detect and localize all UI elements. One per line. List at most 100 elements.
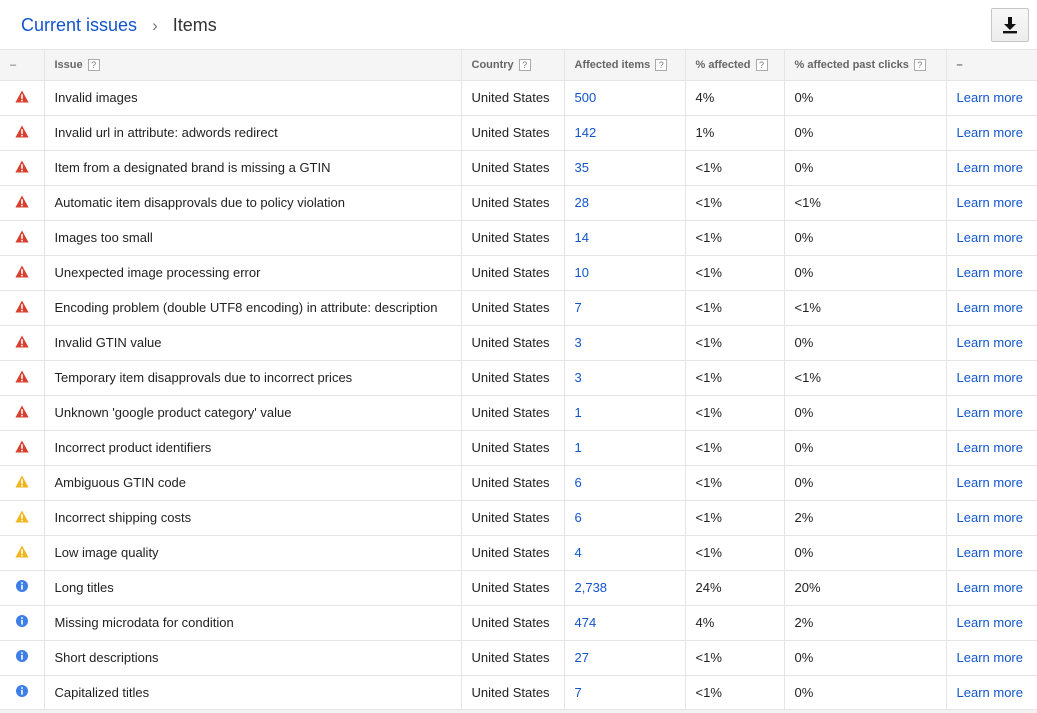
learn-more-link[interactable]: Learn more xyxy=(957,615,1023,630)
warning-icon xyxy=(15,510,29,522)
table-row: Long titles United States 2,738 24% 20% … xyxy=(0,570,1037,606)
affected-items-link[interactable]: 7 xyxy=(575,685,582,700)
severity-cell xyxy=(0,675,45,711)
learn-more-link[interactable]: Learn more xyxy=(957,510,1023,525)
status-column-header: – xyxy=(0,50,45,81)
country-cell: United States xyxy=(461,150,565,186)
learn-more-link[interactable]: Learn more xyxy=(957,160,1023,175)
learn-more-link[interactable]: Learn more xyxy=(957,90,1023,105)
affected-items-link[interactable]: 6 xyxy=(575,475,582,490)
country-cell: United States xyxy=(461,255,565,291)
pct-affected-cell: <1% xyxy=(685,290,785,326)
affected-items-link[interactable]: 1 xyxy=(575,440,582,455)
pct-clicks-value: 2% xyxy=(794,615,814,630)
severity-cell xyxy=(0,395,45,431)
learn-more-link[interactable]: Learn more xyxy=(957,650,1023,665)
pct-clicks-value: 0% xyxy=(794,545,814,560)
breadcrumb-current-page: Items xyxy=(172,15,217,35)
pct-affected-cell: <1% xyxy=(685,640,785,676)
help-icon[interactable]: ? xyxy=(518,58,531,71)
affected-items-column-header[interactable]: Affected items? xyxy=(564,50,686,81)
country-cell: United States xyxy=(461,290,565,326)
pct-clicks-cell: 2% xyxy=(784,500,947,536)
pct-clicks-cell: 0% xyxy=(784,430,947,466)
download-button[interactable] xyxy=(991,8,1029,42)
affected-items-link[interactable]: 28 xyxy=(575,195,589,210)
table-header-row: – Issue? Country? Affected items? % affe… xyxy=(0,50,1037,81)
breadcrumb: Current issues › Items xyxy=(21,14,217,37)
pct-affected-value: <1% xyxy=(695,335,722,350)
learn-more-link[interactable]: Learn more xyxy=(957,685,1023,700)
learn-more-link[interactable]: Learn more xyxy=(957,335,1023,350)
affected-items-cell: 7 xyxy=(564,675,686,711)
country-value: United States xyxy=(471,90,550,105)
pct-affected-column-header[interactable]: % affected? xyxy=(685,50,785,81)
learn-more-link[interactable]: Learn more xyxy=(957,370,1023,385)
action-cell: Learn more xyxy=(946,220,1037,256)
country-value: United States xyxy=(471,160,550,175)
pct-affected-value: <1% xyxy=(695,650,722,665)
action-column-header: – xyxy=(946,50,1037,81)
action-cell: Learn more xyxy=(946,360,1037,396)
country-column-header[interactable]: Country? xyxy=(461,50,565,81)
learn-more-link[interactable]: Learn more xyxy=(957,195,1023,210)
help-icon[interactable]: ? xyxy=(655,58,668,71)
affected-items-cell: 3 xyxy=(564,325,686,361)
pct-affected-value: 1% xyxy=(695,125,715,140)
issue-name: Invalid url in attribute: adwords redire… xyxy=(54,125,278,140)
pct-clicks-header-label: % affected past clicks xyxy=(794,58,909,71)
issue-cell: Invalid images xyxy=(44,80,462,116)
affected-items-link[interactable]: 142 xyxy=(575,125,597,140)
pct-affected-value: <1% xyxy=(695,370,722,385)
country-cell: United States xyxy=(461,570,565,606)
breadcrumb-current-issues-link[interactable]: Current issues xyxy=(21,15,137,35)
affected-items-link[interactable]: 35 xyxy=(575,160,589,175)
affected-items-link[interactable]: 7 xyxy=(575,300,582,315)
error-icon xyxy=(15,160,29,172)
country-value: United States xyxy=(471,125,550,140)
learn-more-link[interactable]: Learn more xyxy=(957,580,1023,595)
affected-items-link[interactable]: 6 xyxy=(575,510,582,525)
affected-items-link[interactable]: 2,738 xyxy=(575,580,608,595)
issue-cell: Unexpected image processing error xyxy=(44,255,462,291)
affected-items-link[interactable]: 10 xyxy=(575,265,589,280)
pct-affected-value: <1% xyxy=(695,440,722,455)
pct-affected-value: <1% xyxy=(695,300,722,315)
country-cell: United States xyxy=(461,465,565,501)
issue-cell: Unknown 'google product category' value xyxy=(44,395,462,431)
help-icon[interactable]: ? xyxy=(755,58,768,71)
affected-items-link[interactable]: 4 xyxy=(575,545,582,560)
affected-items-link[interactable]: 3 xyxy=(575,335,582,350)
country-cell: United States xyxy=(461,360,565,396)
pct-clicks-value: 0% xyxy=(794,125,814,140)
learn-more-link[interactable]: Learn more xyxy=(957,300,1023,315)
learn-more-link[interactable]: Learn more xyxy=(957,475,1023,490)
learn-more-link[interactable]: Learn more xyxy=(957,125,1023,140)
learn-more-link[interactable]: Learn more xyxy=(957,405,1023,420)
affected-items-link[interactable]: 474 xyxy=(575,615,597,630)
affected-items-link[interactable]: 3 xyxy=(575,370,582,385)
learn-more-link[interactable]: Learn more xyxy=(957,440,1023,455)
help-icon[interactable]: ? xyxy=(913,58,926,71)
table-row: Encoding problem (double UTF8 encoding) … xyxy=(0,290,1037,326)
severity-cell xyxy=(0,290,45,326)
pct-clicks-value: 0% xyxy=(794,230,814,245)
table-row: Item from a designated brand is missing … xyxy=(0,150,1037,186)
pct-clicks-cell: 0% xyxy=(784,640,947,676)
issue-name: Low image quality xyxy=(54,545,159,560)
affected-items-link[interactable]: 1 xyxy=(575,405,582,420)
learn-more-link[interactable]: Learn more xyxy=(957,230,1023,245)
affected-items-link[interactable]: 14 xyxy=(575,230,589,245)
pct-clicks-value: 0% xyxy=(794,685,814,700)
action-cell: Learn more xyxy=(946,430,1037,466)
affected-items-link[interactable]: 500 xyxy=(575,90,597,105)
issue-name: Item from a designated brand is missing … xyxy=(54,160,331,175)
error-icon xyxy=(15,125,29,137)
help-icon[interactable]: ? xyxy=(87,58,100,71)
learn-more-link[interactable]: Learn more xyxy=(957,545,1023,560)
affected-items-link[interactable]: 27 xyxy=(575,650,589,665)
learn-more-link[interactable]: Learn more xyxy=(957,265,1023,280)
pct-clicks-column-header[interactable]: % affected past clicks? xyxy=(784,50,947,81)
issue-column-header[interactable]: Issue? xyxy=(44,50,462,81)
table-row: Ambiguous GTIN code United States 6 <1% … xyxy=(0,465,1037,501)
